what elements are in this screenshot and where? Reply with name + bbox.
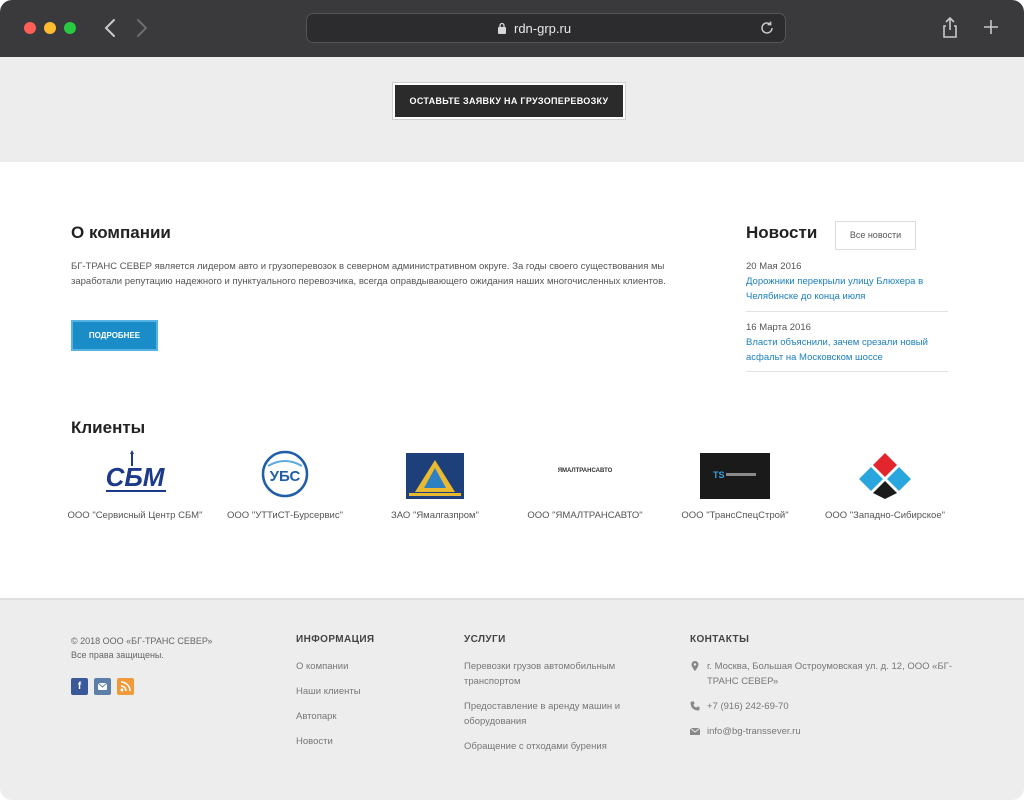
client-card[interactable]: УБС ООО "УТТиСТ-Бурсервис" [210,450,360,523]
browser-toolbar: rdn-grp.ru [0,0,1024,57]
zoom-window-button[interactable] [64,22,76,34]
footer-services-heading: Услуги [464,634,506,645]
footer-link-about[interactable]: О компании [296,659,436,674]
client-name: ООО "Западно-Сибирское" [824,510,946,521]
close-window-button[interactable] [24,22,36,34]
client-logo-yamalgazprom [360,450,510,502]
facebook-icon[interactable]: f [71,678,88,695]
client-logo-ubs: УБС [210,450,360,502]
client-card[interactable]: ЗАО "Ямалгазпром" [360,450,510,523]
client-card[interactable]: ООО "Западно-Сибирское" [810,450,960,523]
chevron-right-icon [137,19,148,37]
news-date: 16 Марта 2016 [746,322,811,333]
about-heading: О компании [71,223,171,242]
client-logo-text: СБМ [106,462,166,492]
footer: © 2018 ООО «БГ-ТРАНС СЕВЕР» Все права за… [0,598,1024,800]
contact-phone-text[interactable]: +7 (916) 242-69-70 [707,701,789,712]
news-item: 16 Марта 2016 Власти объяснили, зачем ср… [746,321,948,372]
footer-link-service[interactable]: Обращение с отходами бурения [464,739,664,754]
address-bar[interactable]: rdn-grp.ru [306,13,786,43]
news-link[interactable]: Власти объяснили, зачем срезали новый ас… [746,335,948,365]
contact-phone: +7 (916) 242-69-70 [690,699,960,714]
contact-address: г. Москва, Большая Остроумовская ул. д. … [690,659,960,689]
url-text: rdn-grp.ru [514,21,572,36]
news-link[interactable]: Дорожники перекрыли улицу Блюхера в Челя… [746,274,948,304]
footer-info-heading: Информация [296,634,375,645]
client-logo-transspecstroy: TS [660,450,810,502]
footer-info-column: Информация О компании Наши клиенты Автоп… [296,634,436,759]
client-card[interactable]: TS ООО "ТрансСпецСтрой" [660,450,810,523]
client-name: ООО "УТТиСТ-Бурсервис" [227,510,343,521]
order-transport-button[interactable]: Оставьте заявку на грузоперевозку [393,83,625,119]
client-card[interactable]: СБМ ООО "Сервисный Центр СБМ" [60,450,210,523]
news-heading: Новости [746,223,818,242]
forward-button[interactable] [130,15,154,41]
news-date: 20 Мая 2016 [746,261,802,272]
copyright-line: © 2018 ООО «БГ-ТРАНС СЕВЕР» [71,636,213,646]
back-button[interactable] [98,15,122,41]
contact-email-text[interactable]: info@bg-transsever.ru [707,726,801,737]
footer-contacts-heading: Контакты [690,634,750,645]
about-text: БГ-ТРАНС СЕВЕР является лидером авто и г… [71,261,666,287]
client-logo-zapadno-sibirskoe [810,450,960,502]
footer-contacts-column: Контакты г. Москва, Большая Остроумовска… [690,634,960,749]
new-tab-button[interactable] [980,14,1002,40]
client-logo-text: TS [713,470,725,480]
more-button[interactable]: Подробнее [71,320,158,351]
client-name: ООО "ТрансСпецСтрой" [681,510,789,521]
map-pin-icon [691,661,699,671]
footer-services-column: Услуги Перевозки грузов автомобильным тр… [464,634,664,764]
lock-icon [498,22,506,34]
copyright-line: Все права защищены. [71,650,164,660]
client-logo-yamaltransavto: ЯМАЛТРАНСАВТО [510,450,660,502]
phone-icon [690,701,700,711]
news-item: 20 Мая 2016 Дорожники перекрыли улицу Бл… [746,260,948,312]
share-icon[interactable] [940,16,960,40]
client-logo-text: ЯМАЛТРАНСАВТО [558,468,613,474]
footer-link-fleet[interactable]: Автопарк [296,709,436,724]
chevron-left-icon [104,19,115,37]
all-news-button[interactable]: Все новости [835,221,916,250]
clients-heading: Клиенты [71,418,146,437]
client-name: ЗАО "Ямалгазпром" [391,510,479,521]
footer-link-clients[interactable]: Наши клиенты [296,684,436,699]
client-name: ООО "ЯМАЛТРАНСАВТО" [527,510,643,521]
reload-icon[interactable] [758,19,776,37]
web-page: Оставьте заявку на грузоперевозку О комп… [0,57,1024,800]
footer-link-news[interactable]: Новости [296,734,436,749]
minimize-window-button[interactable] [44,22,56,34]
plus-icon [984,20,998,34]
browser-window: rdn-grp.ru Оставьте заявку на грузоперев… [0,0,1024,800]
rss-icon[interactable] [117,678,134,695]
contact-address-text: г. Москва, Большая Остроумовская ул. д. … [707,661,952,687]
footer-link-service[interactable]: Перевозки грузов автомобильным транспорт… [464,659,664,689]
vk-icon[interactable] [94,678,111,695]
client-card[interactable]: ЯМАЛТРАНСАВТО ООО "ЯМАЛТРАНСАВТО" [510,450,660,523]
client-name: ООО "Сервисный Центр СБМ" [67,510,203,521]
contact-email: info@bg-transsever.ru [690,724,960,739]
copyright: © 2018 ООО «БГ-ТРАНС СЕВЕР» Все права за… [71,634,251,662]
footer-link-service[interactable]: Предоставление в аренду машин и оборудов… [464,699,664,729]
client-logo-text: УБС [270,468,301,485]
cta-banner: Оставьте заявку на грузоперевозку [0,57,1024,162]
envelope-icon [690,727,700,735]
client-logo-sbm: СБМ [60,450,210,502]
